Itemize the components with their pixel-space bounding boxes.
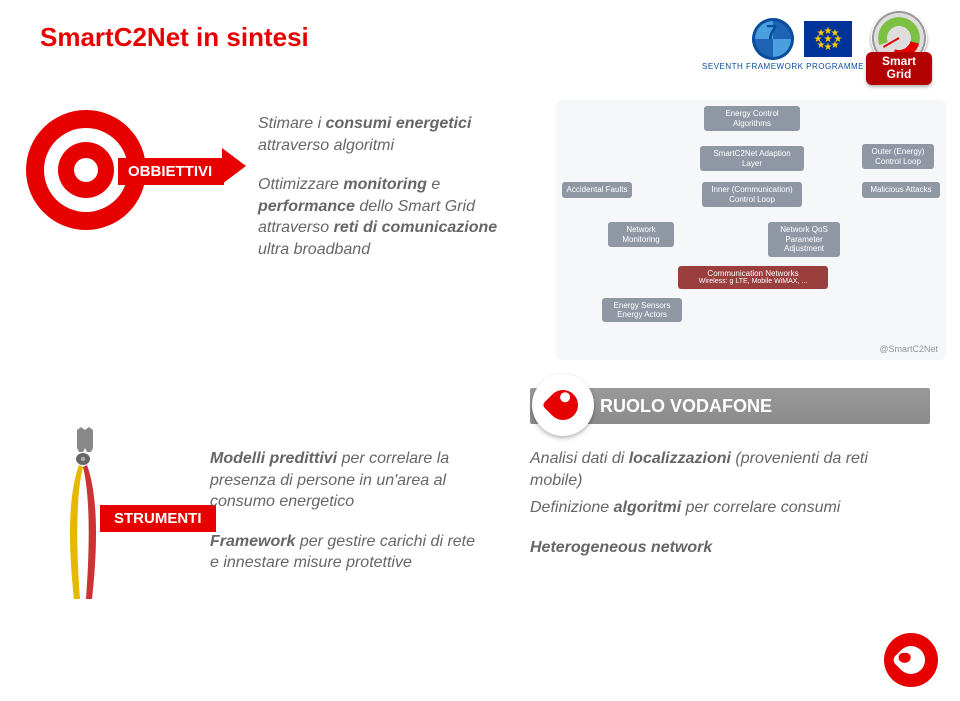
obj-l1a: Stimare i xyxy=(258,115,326,132)
fp-caption: SEVENTH FRAMEWORK PROGRAMME xyxy=(702,62,864,71)
tools-right-column: Analisi dati di localizzazioni (provenie… xyxy=(530,448,920,558)
slide-title: SmartC2Net in sintesi xyxy=(40,22,309,53)
diagram-sens-l1: Energy Sensors xyxy=(606,301,678,310)
vodafone-speechmark-icon xyxy=(532,374,594,436)
objectives-label: OBBIETTIVI xyxy=(118,158,224,185)
architecture-diagram: Energy Control Algorithms SmartC2Net Ada… xyxy=(556,100,946,360)
obj-l3b: monitoring xyxy=(343,176,427,193)
diagram-brand: @SmartC2Net xyxy=(879,344,938,354)
right-b3: Heterogeneous network xyxy=(530,539,712,556)
right-b2a: Definizione xyxy=(530,499,614,516)
diagram-comm-networks: Communication Networks Wireless: g LTE, … xyxy=(678,266,828,289)
obj-l3a: Ottimizzare xyxy=(258,176,343,193)
obj-l5b: ultra broadband xyxy=(258,241,370,258)
diagram-malicious-attacks: Malicious Attacks xyxy=(862,182,940,198)
diagram-inner-loop: Inner (Communication) Control Loop xyxy=(702,182,802,207)
right-b2c: per correlare consumi xyxy=(681,499,840,516)
diagram-energy-algorithms: Energy Control Algorithms xyxy=(704,106,800,131)
tools-left-column: Modelli predittivi per correlare la pres… xyxy=(210,448,480,574)
diagram-energy-sensors: Energy Sensors Energy Actors xyxy=(602,298,682,322)
ruolo-text: RUOLO VODAFONE xyxy=(600,396,772,417)
diagram-comm-l1: Communication Networks xyxy=(682,269,824,278)
objectives-text: Stimare i consumi energetici attraverso … xyxy=(258,113,518,261)
obj-l5a: reti di comunicazione xyxy=(334,219,498,236)
vodafone-logo-icon xyxy=(884,633,938,687)
obj-l2: attraverso algoritmi xyxy=(258,137,394,154)
right-b2b: algoritmi xyxy=(614,499,682,516)
obj-l3c: e xyxy=(427,176,440,193)
diagram-accidental-faults: Accidental Faults xyxy=(562,182,632,198)
obj-l4a: performance xyxy=(258,198,355,215)
obj-l1b: consumi energetici xyxy=(326,115,472,132)
smart-grid-gauge: Smart Grid xyxy=(860,10,938,66)
diagram-comm-l2: Wireless: g LTE, Mobile WiMAX, ... xyxy=(682,278,824,286)
eu-flag-icon xyxy=(804,21,852,57)
objectives-arrow-icon xyxy=(222,148,246,184)
diagram-adaption-layer: SmartC2Net Adaption Layer xyxy=(700,146,804,171)
framework-logos xyxy=(752,18,852,60)
diagram-network-qos: Network QoS Parameter Adjustment xyxy=(768,222,840,257)
ruolo-vodafone: RUOLO VODAFONE xyxy=(530,388,930,424)
diagram-network-monitoring: Network Monitoring xyxy=(608,222,674,247)
fp7-logo xyxy=(752,18,794,60)
tools-label: STRUMENTI xyxy=(100,505,216,532)
gauge-line2: Grid xyxy=(866,68,932,81)
diagram-outer-loop: Outer (Energy) Control Loop xyxy=(862,144,934,169)
left-b2a: Framework xyxy=(210,533,295,550)
right-b1a: Analisi dati di xyxy=(530,450,629,467)
left-b1a: Modelli predittivi xyxy=(210,450,337,467)
diagram-sens-l2: Energy Actors xyxy=(606,310,678,319)
gauge-label: Smart Grid xyxy=(866,52,932,85)
right-b1b: localizzazioni xyxy=(629,450,731,467)
